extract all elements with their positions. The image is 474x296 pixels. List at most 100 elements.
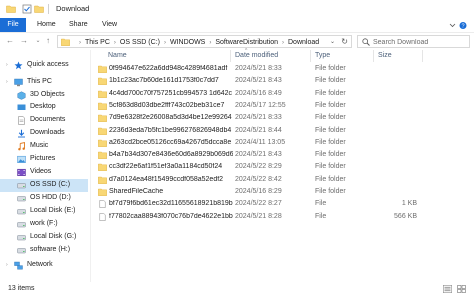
forward-arrow-icon[interactable]: →	[18, 35, 30, 47]
tab-view[interactable]: View	[102, 18, 117, 32]
sidebar-item-quick-access[interactable]: › Quick access	[0, 59, 88, 72]
file-row[interactable]: 1b1c23ac7b60de161d1753f0c7dd7 2024/5/21 8…	[92, 76, 422, 87]
details-view-icon[interactable]	[443, 285, 452, 293]
folder-icon[interactable]	[6, 4, 16, 14]
file-row[interactable]: d7a0124ea48f15499ccdf058a52edf2 2024/5/22…	[92, 175, 422, 186]
file-size: 1 KB	[401, 200, 417, 208]
sidebar-item-local-disk-e[interactable]: Local Disk (E:)	[0, 205, 88, 218]
column-header-type[interactable]: Type	[315, 52, 330, 59]
file-type: File folder	[315, 101, 346, 109]
sidebar-item-work-f[interactable]: work (F:)	[0, 218, 88, 231]
folder-icon	[98, 139, 107, 147]
file-type: File folder	[315, 138, 346, 146]
ribbon-controls[interactable]: ?	[448, 21, 468, 30]
network-icon	[14, 261, 23, 270]
column-headers: ^ Name Date modified Type Size	[92, 48, 474, 62]
column-separator[interactable]	[230, 50, 231, 62]
svg-text:?: ?	[461, 24, 464, 30]
sidebar-item-downloads[interactable]: Downloads	[0, 127, 88, 140]
sidebar-item-network[interactable]: › Network	[0, 259, 88, 272]
documents-icon	[18, 116, 25, 125]
file-name: 7d9e6328f2e26008a5d3d4be12e99264	[109, 114, 232, 122]
refresh-icon[interactable]: ↻	[341, 36, 348, 47]
file-row[interactable]: cc3df22e6af1f51ef3a0a1184cd50f24 2024/5/2…	[92, 162, 422, 173]
file-row[interactable]: a263cd2bce05126cc69a4267d5dcca8e 2024/4/1…	[92, 138, 422, 149]
chevron-down-icon[interactable]: ⌄	[330, 37, 335, 48]
breadcrumb-this-pc[interactable]: This PC	[85, 39, 110, 46]
column-separator[interactable]	[310, 50, 311, 62]
chevron-right-icon[interactable]: ›	[114, 40, 116, 46]
tab-share[interactable]: Share	[69, 18, 88, 32]
chevron-right-icon[interactable]: ›	[6, 62, 8, 68]
pc-icon	[14, 78, 23, 87]
tab-home[interactable]: Home	[37, 18, 56, 32]
star-icon	[14, 61, 23, 70]
quick-access-separator	[48, 4, 49, 14]
folder-icon	[98, 102, 107, 110]
folder-icon	[98, 127, 107, 135]
sidebar-item-this-pc[interactable]: › This PC	[0, 76, 88, 89]
title-bar: Download	[0, 0, 474, 18]
chevron-right-icon[interactable]: ›	[164, 40, 166, 46]
breadcrumb-os-ssd[interactable]: OS SSD (C:)	[120, 39, 160, 46]
sidebar-item-music[interactable]: Music	[0, 140, 88, 153]
new-folder-icon[interactable]	[34, 4, 44, 14]
back-arrow-icon[interactable]: ←	[4, 35, 16, 47]
sidebar-item-os-hdd-d[interactable]: OS HDD (D:)	[0, 192, 88, 205]
file-name: cc3df22e6af1f51ef3a0a1184cd50f24	[109, 163, 223, 171]
sidebar-item-label: Local Disk (G:)	[30, 233, 77, 240]
sidebar-item-label: Downloads	[30, 129, 65, 136]
column-header-date[interactable]: Date modified	[235, 52, 278, 59]
sidebar-item-software-h[interactable]: software (H:)	[0, 244, 88, 257]
folder-icon	[98, 188, 107, 196]
column-header-size[interactable]: Size	[378, 52, 392, 59]
tab-file[interactable]: File	[0, 18, 26, 32]
column-header-name[interactable]: Name	[108, 52, 127, 59]
properties-icon[interactable]	[22, 4, 32, 14]
large-icons-view-icon[interactable]	[457, 285, 466, 293]
sidebar-item-pictures[interactable]: Pictures	[0, 153, 88, 166]
chevron-right-icon[interactable]: ›	[282, 40, 284, 46]
file-row[interactable]: 4c4dd700c70f757251cb994573 1d642c 2024/5/…	[92, 89, 422, 100]
file-row[interactable]: 5cf863d8d03dbe2fff743c02beb31ce7 2024/5/1…	[92, 101, 422, 112]
chevron-right-icon[interactable]: ›	[209, 40, 211, 46]
file-name: b4a7b34d307e8436e60d6a8929b069d6	[109, 151, 233, 159]
sidebar-item-label: Desktop	[30, 103, 56, 110]
file-row[interactable]: SharedFileCache 2024/5/16 8:29 File folder	[92, 187, 422, 198]
column-separator[interactable]	[373, 50, 374, 62]
item-count: 13 items	[8, 285, 35, 292]
drive-icon	[17, 235, 26, 241]
file-date: 2024/5/21 8:33	[235, 114, 282, 122]
up-arrow-icon[interactable]: ↑	[42, 35, 54, 47]
file-row[interactable]: bf7d79f6bd61ec32d11655618921b819b... 2024…	[92, 199, 422, 210]
folder-icon	[98, 114, 107, 123]
file-row[interactable]: 0f994647e622a6dd948c4289f4681adf 2024/5/2…	[92, 64, 422, 75]
file-row[interactable]: f77802caa88943f070c76b7de4622e1bb9... 202…	[92, 212, 422, 223]
breadcrumb-windows[interactable]: WINDOWS	[170, 39, 205, 46]
search-box[interactable]	[357, 35, 470, 48]
file-name: 4c4dd700c70f757251cb994573 1d642c	[109, 89, 233, 97]
column-separator[interactable]	[422, 50, 423, 62]
breadcrumb-software-distribution[interactable]: SoftwareDistribution	[215, 39, 278, 46]
file-row[interactable]: b4a7b34d307e8436e60d6a8929b069d6 2024/5/2…	[92, 150, 422, 161]
cube-icon	[17, 91, 26, 100]
file-name: f77802caa88943f070c76b7de4622e1bb9...	[109, 212, 233, 220]
address-bar[interactable]: › This PC › OS SSD (C:) › WINDOWS › SoftwareDis…	[57, 35, 352, 48]
ribbon-tabs: File Home Share View ?	[0, 18, 474, 32]
pane-divider[interactable]	[90, 50, 91, 282]
file-name: d7a0124ea48f15499ccdf058a52edf2	[109, 175, 224, 183]
search-input[interactable]	[373, 37, 467, 47]
sidebar-item-videos[interactable]: Videos	[0, 166, 88, 179]
file-row[interactable]: 7d9e6328f2e26008a5d3d4be12e99264 2024/5/2…	[92, 113, 422, 124]
sidebar-item-os-ssd-c[interactable]: OS SSD (C:)	[0, 179, 88, 192]
sidebar-item-desktop[interactable]: Desktop	[0, 101, 88, 114]
file-row[interactable]: 2236d3eda7b5fc1be996276826948db4 2024/5/2…	[92, 126, 422, 137]
file-date: 2024/5/17 12:55	[235, 101, 286, 109]
folder-icon	[98, 78, 107, 86]
breadcrumb-download[interactable]: Download	[288, 39, 319, 46]
chevron-right-icon[interactable]: ›	[6, 79, 8, 85]
window-title: Download	[56, 4, 90, 13]
sidebar-item-documents[interactable]: Documents	[0, 114, 88, 127]
sidebar-item-local-disk-g[interactable]: Local Disk (G:)	[0, 231, 88, 244]
chevron-right-icon[interactable]: ›	[6, 262, 8, 268]
